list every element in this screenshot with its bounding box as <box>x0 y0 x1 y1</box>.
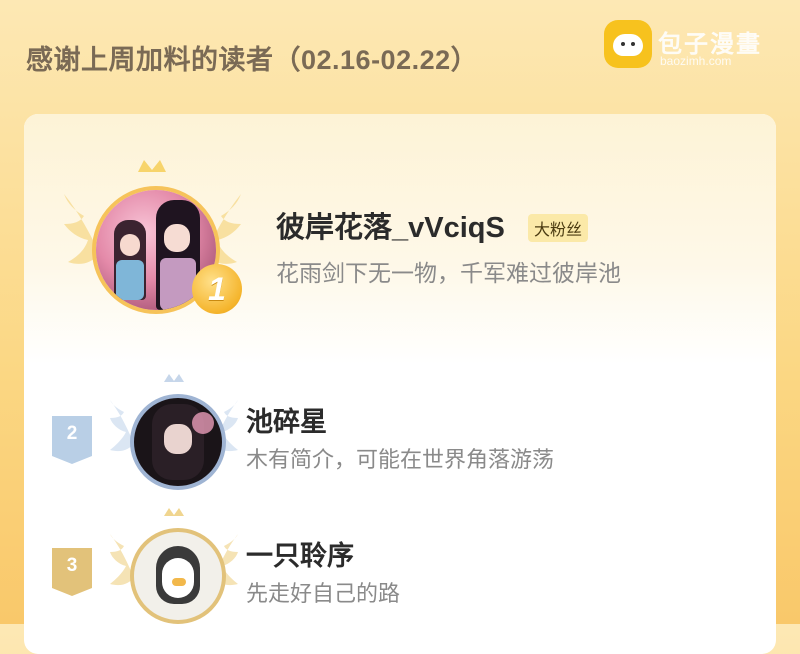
top-reader-area: 1 彼岸花落_vVciqS 大粉丝 花雨剑下无一物，千军难过彼岸池 <box>24 114 776 364</box>
fan-badge: 大粉丝 <box>528 214 589 242</box>
reader-name[interactable]: 池碎星 <box>246 400 327 439</box>
rank-1-medal: 1 <box>192 264 242 314</box>
reader-bio: 木有简介，可能在世界角落游荡 <box>246 447 555 472</box>
bun-logo-icon <box>604 20 652 68</box>
rank-2-tag: 2 <box>52 416 92 464</box>
page-title: 感谢上周加料的读者（02.16-02.22） <box>26 45 479 75</box>
reader-name[interactable]: 一只聆序 <box>246 534 354 573</box>
avatar[interactable] <box>130 394 226 490</box>
watermark-sub: baozimh.com <box>660 54 732 68</box>
rank-3-tag: 3 <box>52 548 92 596</box>
avatar[interactable] <box>130 528 226 624</box>
list-item[interactable]: 3 一只聆序 先走好自己的路 <box>24 506 776 624</box>
reader-bio: 花雨剑下无一物，千军难过彼岸池 <box>276 260 621 286</box>
ranking-card: 1 彼岸花落_vVciqS 大粉丝 花雨剑下无一物，千军难过彼岸池 2 池碎星 … <box>24 114 776 654</box>
watermark: 包子漫畫 baozimh.com <box>600 18 790 74</box>
reader-bio: 先走好自己的路 <box>246 581 401 606</box>
list-item[interactable]: 2 池碎星 木有简介，可能在世界角落游荡 <box>24 372 776 490</box>
reader-name[interactable]: 彼岸花落_vVciqS <box>276 204 505 246</box>
